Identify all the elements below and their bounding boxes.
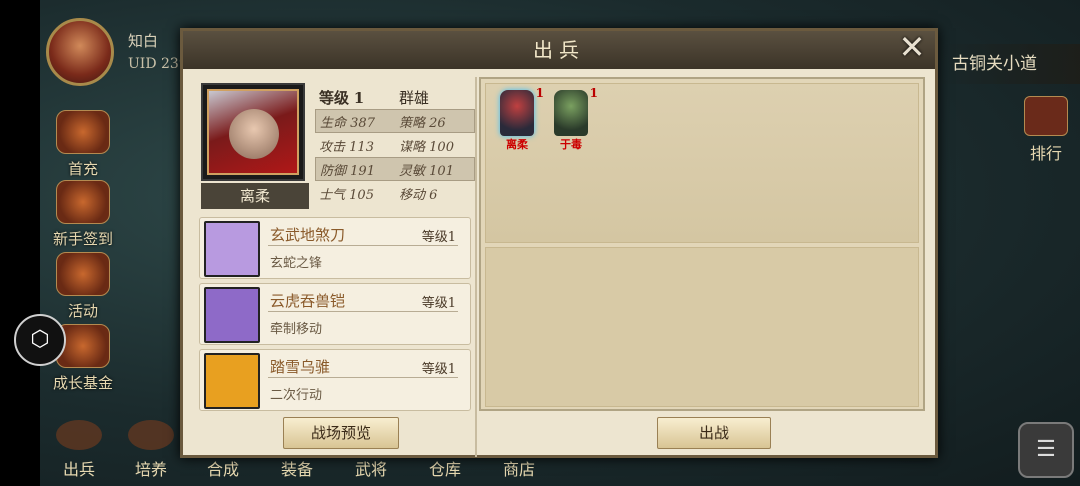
equipment-mount[interactable]: 踏雪乌骓 等级1 二次行动: [199, 349, 471, 411]
stat-row: 防御 191 灵敏 101: [315, 157, 475, 181]
rank-button[interactable]: 排行: [1016, 96, 1076, 164]
hero-image: [207, 89, 299, 175]
event-icon: [56, 252, 110, 296]
soldier-icon: [500, 90, 534, 136]
train-icon: [128, 420, 174, 450]
hero-stats: 等级 1 群雄 生命 387 策略 26 攻击 113 谋略 100 防御 191 灵敏…: [315, 85, 475, 205]
formation-panel: 离柔 1 于毒 1: [479, 77, 925, 411]
nav-train[interactable]: 培养: [116, 420, 186, 480]
deploy-dialog: 出兵 ✕ 离柔 等级 1 群雄 生命 387 策略 26 攻击 113 谋略 100 …: [180, 28, 938, 458]
unit-slot[interactable]: 于毒 1: [550, 86, 598, 152]
soldier-icon: [554, 90, 588, 136]
side-item-first-recharge[interactable]: 首充: [48, 110, 118, 179]
deploy-icon: [56, 420, 102, 450]
sword-icon: [204, 221, 260, 277]
player-avatar[interactable]: [46, 18, 114, 86]
nav-deploy[interactable]: 出兵: [44, 420, 114, 480]
hero-faction: 群雄: [399, 88, 430, 107]
checkin-icon: [56, 180, 110, 224]
stat-row: 生命 387 策略 26: [315, 109, 475, 133]
equipment-armor[interactable]: 云虎吞兽铠 等级1 牵制移动: [199, 283, 471, 345]
deploy-button[interactable]: 出战: [657, 417, 771, 449]
formation-row-back[interactable]: [485, 247, 919, 407]
side-item-event[interactable]: 活动: [48, 252, 118, 321]
left-edge: [0, 0, 40, 486]
rank-icon: [1024, 96, 1068, 136]
stat-row: 攻击 113 谋略 100: [319, 139, 454, 155]
side-item-checkin[interactable]: 新手签到: [48, 180, 118, 249]
location-label: 古铜关小道: [940, 44, 1080, 84]
unit-slot[interactable]: 离柔 1: [496, 86, 544, 152]
formation-row-front[interactable]: 离柔 1 于毒 1: [485, 83, 919, 243]
menu-icon[interactable]: ☰: [1018, 422, 1074, 478]
close-icon[interactable]: ✕: [895, 31, 929, 65]
hero-panel: 离柔 等级 1 群雄 生命 387 策略 26 攻击 113 谋略 100 防御 19…: [197, 79, 475, 451]
hero-portrait[interactable]: [201, 83, 305, 181]
dialog-title: 出兵: [183, 31, 935, 69]
armor-icon: [204, 287, 260, 343]
gift-icon: [56, 110, 110, 154]
equipment-weapon[interactable]: 玄武地煞刀 等级1 玄蛇之锋: [199, 217, 471, 279]
player-uid: UID 239: [128, 56, 188, 72]
player-name: 知白: [128, 32, 159, 50]
hero-name: 离柔: [201, 183, 309, 209]
horse-icon: [204, 353, 260, 409]
battlefield-preview-button[interactable]: 战场预览: [283, 417, 399, 449]
cube-icon[interactable]: ⬡: [14, 314, 66, 366]
divider: [475, 77, 477, 457]
stat-row: 士气 105 移动 6: [319, 187, 438, 203]
